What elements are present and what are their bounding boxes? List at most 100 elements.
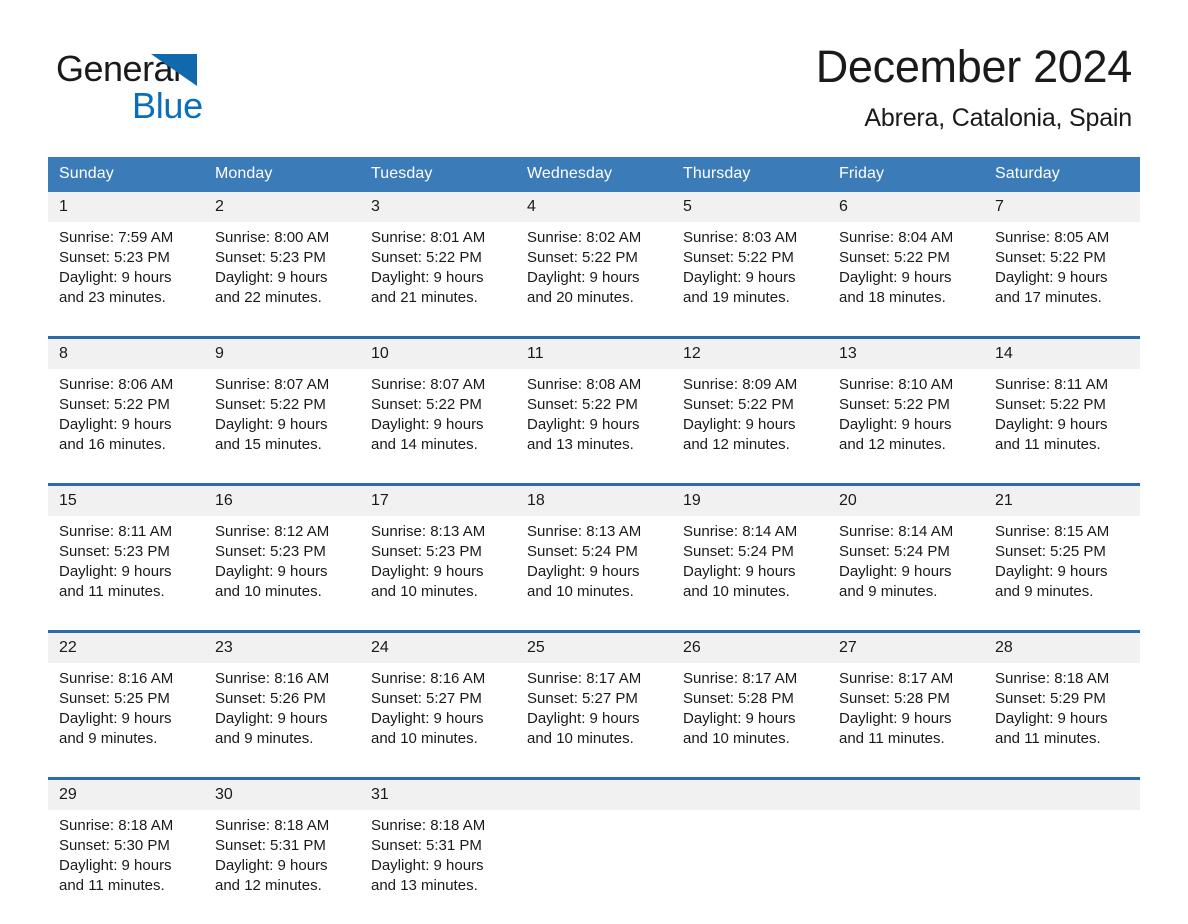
day-cell: Sunrise: 8:10 AM Sunset: 5:22 PM Dayligh… bbox=[828, 369, 984, 485]
sunrise-text: Sunrise: 8:17 AM bbox=[527, 670, 642, 687]
day-cell: Sunrise: 8:16 AM Sunset: 5:26 PM Dayligh… bbox=[204, 663, 360, 779]
day-cell: Sunrise: 8:17 AM Sunset: 5:28 PM Dayligh… bbox=[672, 663, 828, 779]
daylight-text-line1: Daylight: 9 hours bbox=[839, 563, 952, 580]
sunrise-text: Sunrise: 8:17 AM bbox=[839, 670, 954, 687]
day-cell: Sunrise: 8:18 AM Sunset: 5:31 PM Dayligh… bbox=[360, 810, 516, 924]
sunset-text: Sunset: 5:23 PM bbox=[59, 249, 170, 266]
daylight-text-line2: and 9 minutes. bbox=[839, 583, 938, 600]
sunset-text: Sunset: 5:22 PM bbox=[215, 396, 326, 413]
sunrise-text: Sunrise: 8:16 AM bbox=[59, 670, 174, 687]
daylight-text-line1: Daylight: 9 hours bbox=[215, 563, 328, 580]
day-number: 24 bbox=[360, 630, 516, 663]
sunrise-text: Sunrise: 8:00 AM bbox=[215, 229, 330, 246]
sunset-text: Sunset: 5:22 PM bbox=[527, 396, 638, 413]
week-4-daynumbers: 22 23 24 25 26 27 28 bbox=[48, 630, 1140, 663]
general-blue-logo: General Blue bbox=[56, 48, 246, 126]
daylight-text-line2: and 11 minutes. bbox=[839, 730, 945, 747]
day-number: 13 bbox=[828, 336, 984, 369]
day-cell-empty bbox=[828, 810, 984, 924]
sunset-text: Sunset: 5:26 PM bbox=[215, 690, 326, 707]
daylight-text-line1: Daylight: 9 hours bbox=[371, 563, 484, 580]
daylight-text-line2: and 10 minutes. bbox=[527, 730, 634, 747]
daylight-text-line2: and 10 minutes. bbox=[683, 583, 790, 600]
daylight-text-line2: and 11 minutes. bbox=[59, 877, 165, 894]
day-cell: Sunrise: 8:11 AM Sunset: 5:22 PM Dayligh… bbox=[984, 369, 1140, 485]
sunset-text: Sunset: 5:22 PM bbox=[839, 249, 950, 266]
day-number: 27 bbox=[828, 630, 984, 663]
day-number: 15 bbox=[48, 483, 204, 516]
sunrise-text: Sunrise: 8:06 AM bbox=[59, 376, 174, 393]
sunset-text: Sunset: 5:22 PM bbox=[995, 249, 1106, 266]
week-3-daynumbers: 15 16 17 18 19 20 21 bbox=[48, 483, 1140, 516]
week-1-details: Sunrise: 7:59 AM Sunset: 5:23 PM Dayligh… bbox=[48, 222, 1140, 338]
day-cell: Sunrise: 8:06 AM Sunset: 5:22 PM Dayligh… bbox=[48, 369, 204, 485]
sunset-text: Sunset: 5:28 PM bbox=[683, 690, 794, 707]
day-cell-empty bbox=[516, 810, 672, 924]
day-number: 3 bbox=[360, 192, 516, 222]
sunrise-text: Sunrise: 8:04 AM bbox=[839, 229, 954, 246]
sunrise-text: Sunrise: 8:16 AM bbox=[215, 670, 330, 687]
daylight-text-line1: Daylight: 9 hours bbox=[59, 269, 172, 286]
week-1-daynumbers: 1 2 3 4 5 6 7 bbox=[48, 192, 1140, 222]
sunrise-text: Sunrise: 8:03 AM bbox=[683, 229, 798, 246]
day-cell: Sunrise: 8:17 AM Sunset: 5:27 PM Dayligh… bbox=[516, 663, 672, 779]
day-number: 12 bbox=[672, 336, 828, 369]
weekday-header-tuesday: Tuesday bbox=[360, 157, 516, 192]
sunrise-text: Sunrise: 8:13 AM bbox=[371, 523, 486, 540]
sunrise-text: Sunrise: 8:07 AM bbox=[215, 376, 330, 393]
weekday-header-saturday: Saturday bbox=[984, 157, 1140, 192]
sunrise-text: Sunrise: 8:18 AM bbox=[215, 817, 330, 834]
week-5-daynumbers: 29 30 31 bbox=[48, 777, 1140, 810]
daylight-text-line2: and 19 minutes. bbox=[683, 289, 790, 306]
daylight-text-line1: Daylight: 9 hours bbox=[59, 563, 172, 580]
day-number: 28 bbox=[984, 630, 1140, 663]
daylight-text-line2: and 23 minutes. bbox=[59, 289, 166, 306]
day-cell: Sunrise: 8:09 AM Sunset: 5:22 PM Dayligh… bbox=[672, 369, 828, 485]
daylight-text-line1: Daylight: 9 hours bbox=[59, 857, 172, 874]
logo-top-row: General bbox=[56, 48, 246, 90]
day-number: 9 bbox=[204, 336, 360, 369]
day-number: 2 bbox=[204, 192, 360, 222]
day-cell: Sunrise: 8:12 AM Sunset: 5:23 PM Dayligh… bbox=[204, 516, 360, 632]
daylight-text-line1: Daylight: 9 hours bbox=[527, 563, 640, 580]
daylight-text-line2: and 11 minutes. bbox=[995, 730, 1101, 747]
daylight-text-line1: Daylight: 9 hours bbox=[371, 416, 484, 433]
day-number: 4 bbox=[516, 192, 672, 222]
day-cell: Sunrise: 8:18 AM Sunset: 5:31 PM Dayligh… bbox=[204, 810, 360, 924]
sunset-text: Sunset: 5:31 PM bbox=[371, 837, 482, 854]
daylight-text-line1: Daylight: 9 hours bbox=[839, 416, 952, 433]
daylight-text-line1: Daylight: 9 hours bbox=[215, 416, 328, 433]
day-cell: Sunrise: 8:01 AM Sunset: 5:22 PM Dayligh… bbox=[360, 222, 516, 338]
sunrise-text: Sunrise: 8:17 AM bbox=[683, 670, 798, 687]
daylight-text-line2: and 10 minutes. bbox=[527, 583, 634, 600]
sunrise-text: Sunrise: 7:59 AM bbox=[59, 229, 174, 246]
daylight-text-line1: Daylight: 9 hours bbox=[683, 269, 796, 286]
day-number: 26 bbox=[672, 630, 828, 663]
sunset-text: Sunset: 5:27 PM bbox=[371, 690, 482, 707]
day-cell: Sunrise: 8:07 AM Sunset: 5:22 PM Dayligh… bbox=[204, 369, 360, 485]
daylight-text-line2: and 9 minutes. bbox=[995, 583, 1094, 600]
sunset-text: Sunset: 5:28 PM bbox=[839, 690, 950, 707]
sunrise-text: Sunrise: 8:18 AM bbox=[995, 670, 1110, 687]
sunrise-text: Sunrise: 8:18 AM bbox=[371, 817, 486, 834]
daylight-text-line2: and 11 minutes. bbox=[995, 436, 1101, 453]
day-number: 20 bbox=[828, 483, 984, 516]
daylight-text-line2: and 11 minutes. bbox=[59, 583, 165, 600]
daylight-text-line2: and 13 minutes. bbox=[527, 436, 634, 453]
daylight-text-line1: Daylight: 9 hours bbox=[59, 416, 172, 433]
day-number: 31 bbox=[360, 777, 516, 810]
day-cell: Sunrise: 8:14 AM Sunset: 5:24 PM Dayligh… bbox=[672, 516, 828, 632]
sunset-text: Sunset: 5:24 PM bbox=[527, 543, 638, 560]
day-cell: Sunrise: 8:16 AM Sunset: 5:25 PM Dayligh… bbox=[48, 663, 204, 779]
day-cell: Sunrise: 8:15 AM Sunset: 5:25 PM Dayligh… bbox=[984, 516, 1140, 632]
day-cell: Sunrise: 8:11 AM Sunset: 5:23 PM Dayligh… bbox=[48, 516, 204, 632]
day-cell: Sunrise: 8:13 AM Sunset: 5:23 PM Dayligh… bbox=[360, 516, 516, 632]
sunset-text: Sunset: 5:23 PM bbox=[59, 543, 170, 560]
daylight-text-line1: Daylight: 9 hours bbox=[839, 269, 952, 286]
sunset-text: Sunset: 5:24 PM bbox=[683, 543, 794, 560]
day-number: 18 bbox=[516, 483, 672, 516]
day-number: 16 bbox=[204, 483, 360, 516]
day-cell-empty bbox=[672, 810, 828, 924]
day-cell: Sunrise: 8:14 AM Sunset: 5:24 PM Dayligh… bbox=[828, 516, 984, 632]
weekday-header-monday: Monday bbox=[204, 157, 360, 192]
